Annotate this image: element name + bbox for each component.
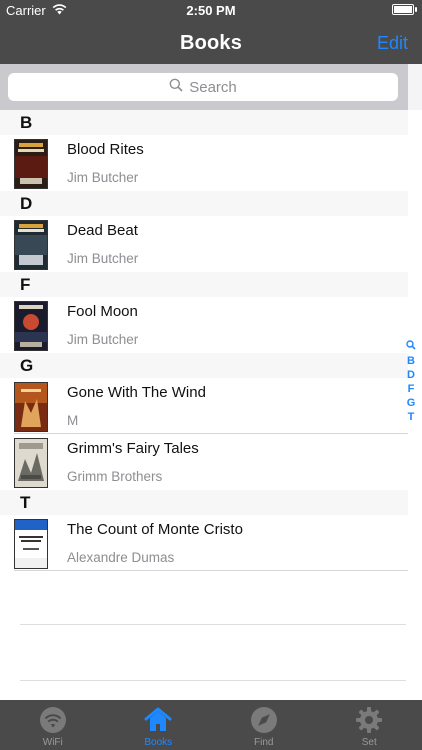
- compass-icon: [249, 705, 279, 735]
- book-author: Grimm Brothers: [67, 469, 163, 484]
- section-header-d: D: [0, 191, 408, 216]
- search-input[interactable]: Search: [8, 73, 398, 101]
- index-search-icon[interactable]: [404, 340, 418, 354]
- section-letter: B: [20, 113, 33, 132]
- book-row-gone-with-the-wind[interactable]: Gone With The Wind M: [0, 378, 408, 434]
- book-title: Grimm's Fairy Tales: [67, 440, 199, 457]
- section-index[interactable]: B D F G T: [404, 340, 418, 424]
- book-author: Jim Butcher: [67, 332, 139, 347]
- index-gutter: [408, 64, 422, 110]
- book-cover-image: [14, 519, 48, 569]
- book-title: Fool Moon: [67, 303, 138, 320]
- section-header-t: T: [0, 490, 408, 515]
- gear-icon: [354, 705, 384, 735]
- tab-label: Books: [144, 737, 173, 748]
- book-title: Dead Beat: [67, 222, 138, 239]
- index-letter-g[interactable]: G: [404, 396, 418, 410]
- book-row-dead-beat[interactable]: Dead Beat Jim Butcher: [0, 216, 408, 272]
- section-letter: T: [20, 493, 31, 512]
- tab-label: Find: [254, 737, 274, 748]
- index-letter-b[interactable]: B: [404, 354, 418, 368]
- section-letter: D: [20, 194, 33, 213]
- search-bar: Search: [0, 64, 408, 110]
- book-cover-image: [14, 220, 48, 270]
- book-title: The Count of Monte Cristo: [67, 521, 243, 538]
- book-cover-image: [14, 301, 48, 351]
- tab-bar: WiFi Books Find Set: [0, 700, 422, 750]
- book-row-grimms-fairy-tales[interactable]: Grimm's Fairy Tales Grimm Brothers: [0, 434, 408, 490]
- navigation-bar: Books Edit: [0, 22, 422, 64]
- section-letter: F: [20, 275, 31, 294]
- book-row-the-count-of-monte-cristo[interactable]: The Count of Monte Cristo Alexandre Duma…: [0, 515, 408, 571]
- empty-row-divider: [20, 624, 406, 625]
- section-header-f: F: [0, 272, 408, 297]
- book-author: Jim Butcher: [67, 251, 139, 266]
- index-letter-d[interactable]: D: [404, 368, 418, 382]
- book-title: Gone With The Wind: [67, 384, 206, 401]
- search-icon: [169, 78, 183, 96]
- battery-icon: [392, 4, 417, 15]
- book-title: Blood Rites: [67, 141, 144, 158]
- section-header-b: B: [0, 110, 408, 135]
- book-author: Alexandre Dumas: [67, 550, 175, 565]
- book-cover-image: [14, 139, 48, 189]
- page-title: Books: [179, 32, 243, 54]
- search-placeholder: Search: [189, 78, 237, 96]
- books-screen: Carrier 2:50 PM Books Edit Search B Bloo…: [0, 0, 422, 750]
- book-row-fool-moon[interactable]: Fool Moon Jim Butcher: [0, 297, 408, 353]
- tab-set[interactable]: Set: [317, 700, 422, 750]
- section-letter: G: [20, 356, 34, 375]
- wifi-icon: [38, 705, 68, 735]
- book-author: M: [67, 413, 79, 428]
- tab-label: WiFi: [42, 737, 63, 748]
- books-table: B Blood Rites Jim Butcher D Dead Beat Ji…: [0, 110, 408, 571]
- empty-row-divider: [20, 680, 406, 681]
- section-header-g: G: [0, 353, 408, 378]
- home-icon: [143, 705, 173, 735]
- tab-books[interactable]: Books: [106, 700, 212, 750]
- tab-wifi[interactable]: WiFi: [0, 700, 106, 750]
- book-author: Jim Butcher: [67, 170, 139, 185]
- top-bar: Carrier 2:50 PM Books Edit: [0, 0, 422, 64]
- book-cover-image: [14, 382, 48, 432]
- book-row-blood-rites[interactable]: Blood Rites Jim Butcher: [0, 135, 408, 191]
- status-time: 2:50 PM: [186, 3, 236, 18]
- edit-button[interactable]: Edit: [377, 33, 408, 54]
- index-letter-f[interactable]: F: [404, 382, 418, 396]
- tab-find[interactable]: Find: [211, 700, 317, 750]
- index-letter-t[interactable]: T: [404, 410, 418, 424]
- tab-label: Set: [361, 737, 377, 748]
- book-cover-image: [14, 438, 48, 488]
- status-bar: Carrier 2:50 PM: [0, 0, 422, 22]
